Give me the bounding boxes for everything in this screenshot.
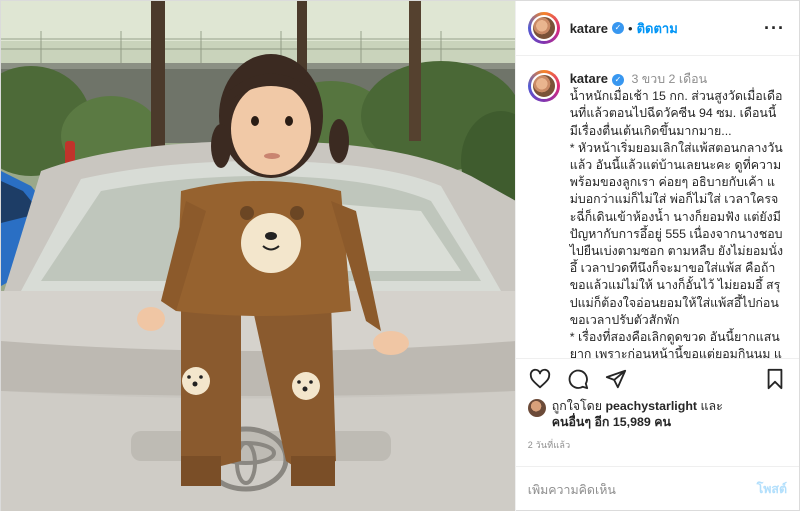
caption-avatar[interactable] xyxy=(528,70,560,102)
author-avatar[interactable] xyxy=(528,12,560,44)
likes-summary: ถูกใจโดย peachystarlight และ คนอื่นๆ อีก… xyxy=(516,398,799,430)
comment-box: โพสต์ xyxy=(515,466,799,511)
comment-input[interactable] xyxy=(527,482,757,497)
bookmark-icon[interactable] xyxy=(763,367,787,391)
liker-avatar[interactable] xyxy=(527,399,546,417)
heart-icon[interactable] xyxy=(528,367,552,391)
caption-age: 3 ขวบ 2 เดือน xyxy=(631,72,708,86)
caption-text: น้ำหนักเมื่อเช้า 15 กก. ส่วนสูงวัดเมื่อเ… xyxy=(569,89,783,358)
comment-icon[interactable] xyxy=(566,367,590,391)
likes-and: และ xyxy=(700,399,723,413)
liker-username[interactable]: peachystarlight xyxy=(605,399,697,413)
author-username[interactable]: katare xyxy=(570,21,608,36)
verified-badge-icon: ✓ xyxy=(612,22,625,34)
more-horizontal-icon[interactable]: ··· xyxy=(764,18,785,39)
caption-username[interactable]: katare xyxy=(570,71,608,86)
post-timestamp[interactable]: 2 วันที่แล้ว xyxy=(516,430,799,452)
action-bar xyxy=(515,358,799,398)
follow-button[interactable]: ติดตาม xyxy=(637,18,678,39)
instagram-post: katare ✓ • ติดตาม ··· katare ✓ 3 ขวบ 2 เด… xyxy=(0,0,800,511)
post-header: katare ✓ • ติดตาม ··· xyxy=(515,1,799,56)
share-icon[interactable] xyxy=(604,367,628,391)
verified-badge-icon: ✓ xyxy=(612,73,625,86)
post-comment-button[interactable]: โพสต์ xyxy=(757,480,787,499)
likes-prefix: ถูกใจโดย xyxy=(551,399,602,413)
photo-illustration xyxy=(1,1,515,511)
post-side-panel: katare ✓ • ติดตาม ··· katare ✓ 3 ขวบ 2 เด… xyxy=(514,1,799,511)
separator-dot: • xyxy=(628,20,633,36)
caption-area[interactable]: katare ✓ 3 ขวบ 2 เดือน น้ำหนักเมื่อเช้า 1… xyxy=(516,56,799,358)
post-photo[interactable] xyxy=(1,1,515,511)
likes-others-link[interactable]: คนอื่นๆ อีก 15,989 คน xyxy=(552,415,671,429)
caption-body: katare ✓ 3 ขวบ 2 เดือน น้ำหนักเมื่อเช้า 1… xyxy=(570,70,783,358)
